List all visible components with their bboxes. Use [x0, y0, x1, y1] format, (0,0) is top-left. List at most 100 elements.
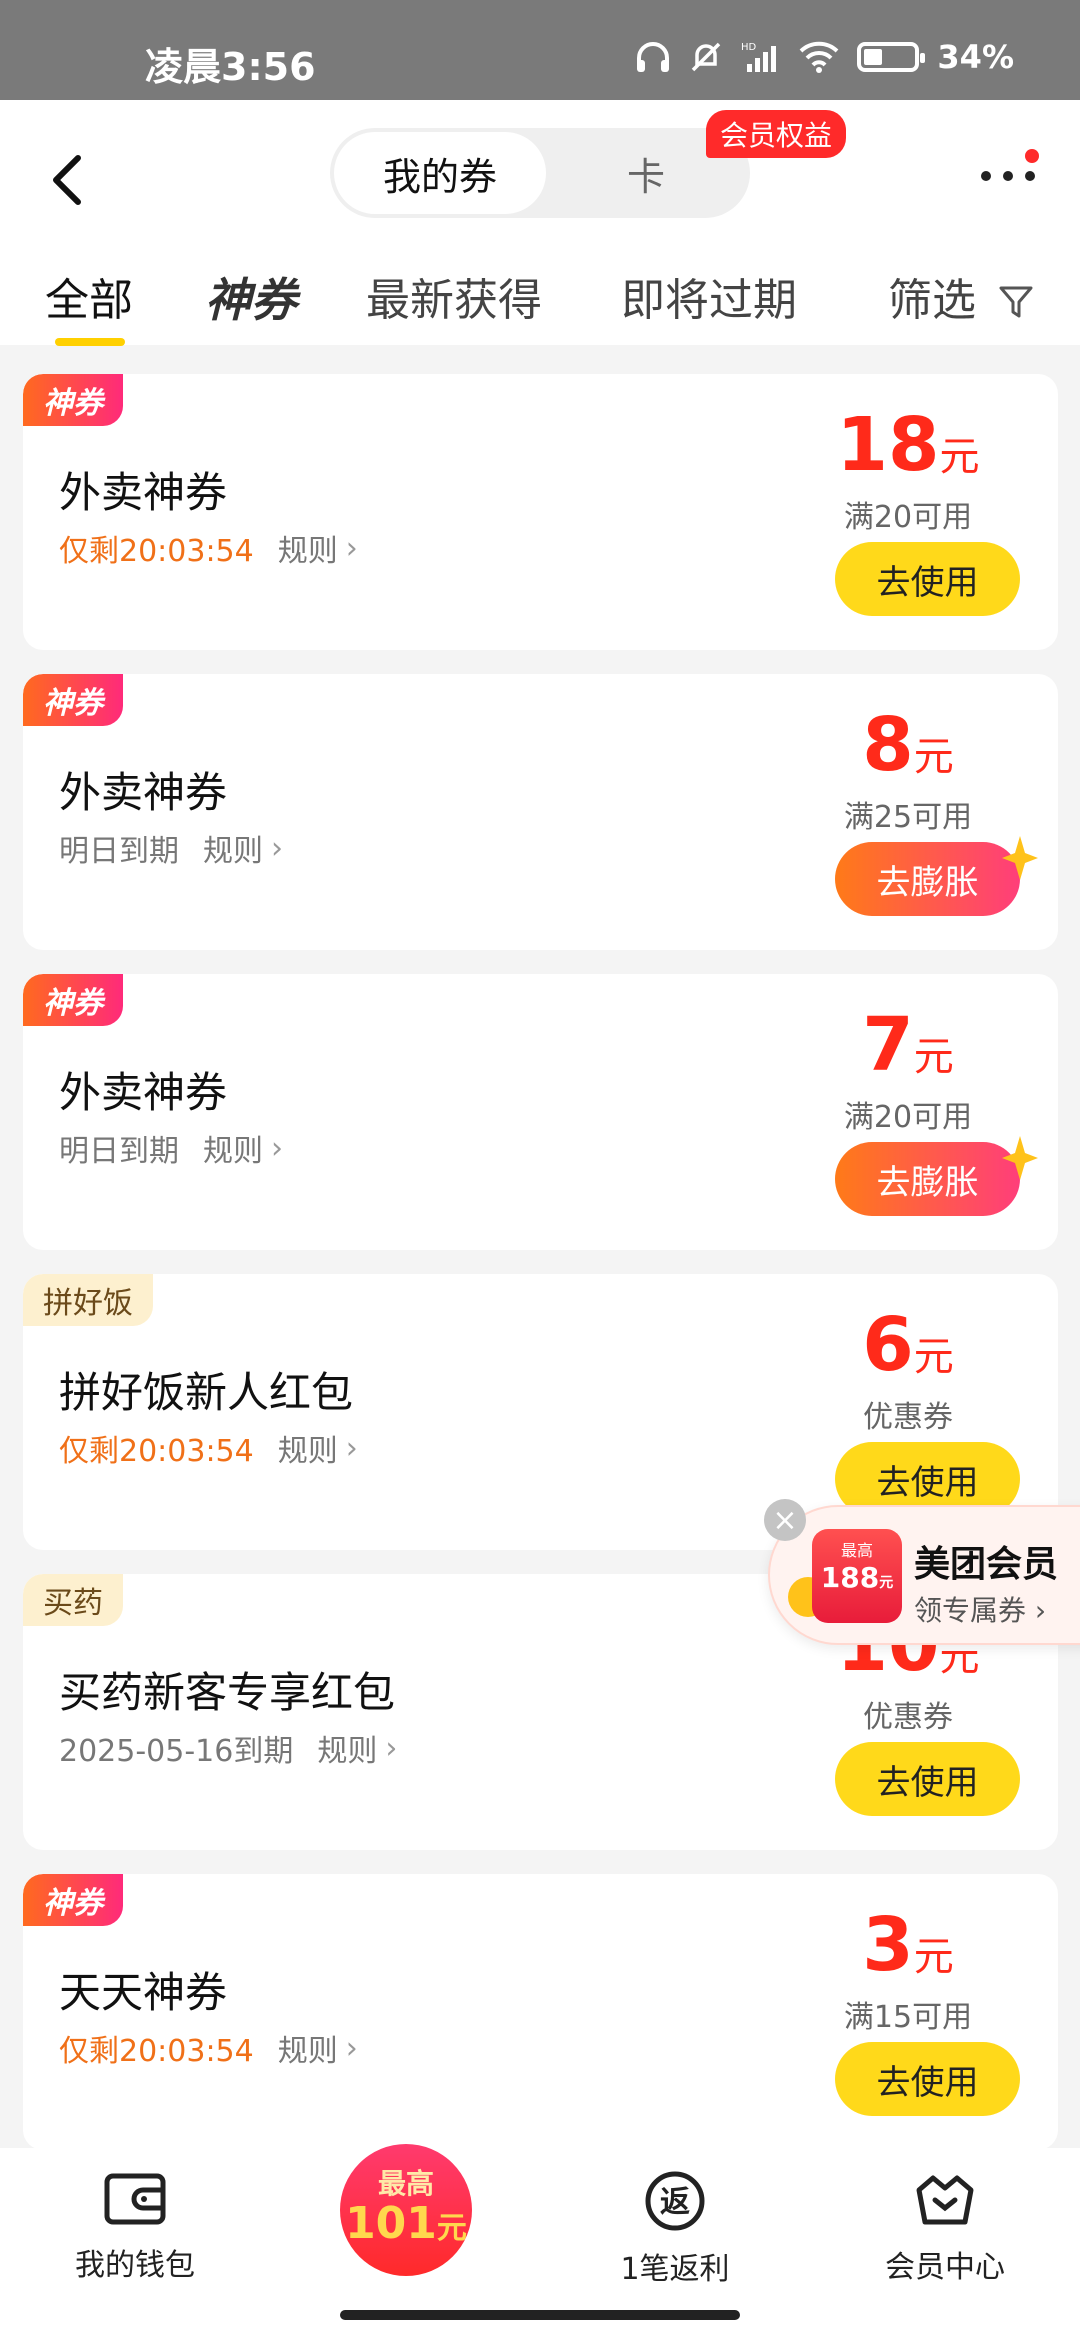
coupon-meta: 2025-05-16到期 规则 ›	[59, 1726, 397, 1770]
coupon-amount-unit: 元	[913, 734, 954, 780]
coupon-card[interactable]: 神券 外卖神券 仅剩20:03:54 规则 › 18元 满20可用 去使用	[23, 374, 1058, 650]
tab-filter-label: 筛选	[888, 275, 976, 326]
tab-filter[interactable]: 筛选	[888, 264, 1034, 328]
nav-member-center[interactable]: 会员中心	[845, 2170, 1045, 2286]
use-coupon-button[interactable]: 去使用	[835, 542, 1020, 616]
nav-center-value: 101元	[340, 2202, 472, 2251]
use-coupon-button[interactable]: 去使用	[835, 2042, 1020, 2116]
member-promo-subtitle: 领专属券 ›	[914, 1589, 1046, 1629]
filter-funnel-icon	[999, 286, 1033, 318]
svg-text:返: 返	[660, 2185, 690, 2220]
tab-expiring[interactable]: 即将过期	[621, 264, 797, 328]
nav-rebate[interactable]: 返 1笔返利	[575, 2170, 775, 2288]
coupon-rule-link[interactable]: 规则	[278, 1426, 338, 1470]
pack-value-unit: 元	[879, 1575, 894, 1591]
status-time: 凌晨3:56	[145, 45, 316, 89]
coupon-condition: 满15可用	[843, 2000, 973, 2035]
coupon-amount-value: 7	[862, 1002, 914, 1088]
tab-all[interactable]: 全部	[45, 264, 133, 346]
coupon-title: 外卖神券	[59, 468, 228, 517]
red-envelope-icon: 最高 188元	[812, 1529, 902, 1623]
pack-value: 188元	[812, 1561, 902, 1594]
pack-value-number: 188	[820, 1561, 880, 1594]
nav-member-label: 会员中心	[885, 2250, 1005, 2285]
nav-center-number: 101	[345, 2198, 437, 2249]
back-arrow-icon[interactable]	[44, 150, 94, 210]
nav-wallet-label: 我的钱包	[75, 2248, 195, 2283]
more-menu-button[interactable]	[975, 149, 1045, 195]
pack-top-label: 最高	[840, 1541, 873, 1560]
home-indicator[interactable]	[340, 2310, 740, 2320]
notification-dot	[1025, 149, 1039, 163]
headphones-icon	[637, 42, 670, 72]
boost-coupon-button[interactable]: 去膨胀	[835, 842, 1020, 916]
crown-basket-icon	[916, 2175, 974, 2225]
chevron-right-icon: ›	[271, 830, 283, 866]
status-bar: 凌晨3:56 HD 34%	[0, 0, 1080, 100]
coupon-amount: 7元	[808, 1002, 1008, 1088]
coupon-meta: 仅剩20:03:54 规则 ›	[59, 526, 358, 570]
coupon-amount-unit: 元	[913, 1034, 954, 1080]
vip-benefits-tag: 会员权益	[706, 110, 847, 158]
coupon-amount: 8元	[808, 702, 1008, 788]
wallet-icon	[104, 2173, 166, 2225]
coupon-title: 外卖神券	[59, 768, 228, 817]
coupon-card-segment: 我的券 卡	[330, 128, 750, 218]
coupon-expiry: 2025-05-16到期	[59, 1734, 294, 1769]
coupon-card[interactable]: 神券 天天神券 仅剩20:03:54 规则 › 3元 满15可用 去使用	[23, 1874, 1058, 2150]
coupon-card[interactable]: 神券 外卖神券 明日到期 规则 › 8元 满25可用 去膨胀	[23, 674, 1058, 950]
coupon-amount: 3元	[808, 1902, 1008, 1988]
coupon-amount-value: 6	[862, 1302, 914, 1388]
member-promo-title: 美团会员	[914, 1544, 1059, 1585]
bell-off-icon	[692, 42, 721, 72]
boost-coupon-button[interactable]: 去膨胀	[835, 1142, 1020, 1216]
coupon-badge: 买药	[23, 1574, 123, 1626]
coupon-condition: 满20可用	[843, 500, 973, 535]
coupon-rule-link[interactable]: 规则	[278, 2026, 338, 2070]
coupon-amount-value: 3	[862, 1902, 914, 1988]
chevron-right-icon: ›	[345, 530, 358, 566]
coupon-amount-value: 18	[836, 402, 940, 488]
status-icons: HD 34%	[635, 38, 1014, 76]
nav-max-reward-button[interactable]: 最高 101元	[340, 2144, 472, 2276]
coupon-title: 拼好饭新人红包	[59, 1368, 354, 1417]
signal-icon: HD	[741, 42, 777, 72]
wifi-icon	[800, 41, 839, 73]
coupon-rule-link[interactable]: 规则	[278, 526, 338, 570]
coupon-card[interactable]: 神券 外卖神券 明日到期 规则 › 7元 满20可用 去膨胀	[23, 974, 1058, 1250]
segment-my-coupons[interactable]: 我的券	[334, 132, 546, 214]
coupon-rule-link[interactable]: 规则	[203, 1126, 263, 1170]
member-promo-float[interactable]: × 最高 188元 美团会员 领专属券 ›	[764, 1499, 1080, 1645]
nav-center-unit: 元	[436, 2211, 467, 2246]
coupon-badge: 拼好饭	[23, 1274, 153, 1326]
chevron-right-icon: ›	[345, 1430, 358, 1466]
nav-wallet[interactable]: 我的钱包	[35, 2170, 235, 2284]
coupon-title: 天天神券	[59, 1968, 228, 2017]
coupon-expiry: 仅剩20:03:54	[59, 2034, 254, 2069]
chevron-right-icon: ›	[271, 1130, 283, 1166]
close-icon[interactable]: ×	[764, 1499, 806, 1541]
coupon-meta: 明日到期 规则 ›	[59, 1126, 283, 1170]
rebate-icon: 返	[645, 2171, 705, 2231]
battery-icon	[857, 42, 926, 72]
coupon-badge: 神券	[23, 674, 123, 726]
coupon-amount: 6元	[808, 1302, 1008, 1388]
tab-shen-coupon[interactable]: 神券	[205, 264, 297, 330]
coupon-condition: 满20可用	[843, 1100, 973, 1135]
tab-active-indicator	[55, 338, 125, 346]
filter-tabs: 全部 神券 最新获得 即将过期 筛选	[0, 250, 1080, 346]
coupon-amount-value: 8	[862, 702, 914, 788]
use-coupon-button[interactable]: 去使用	[835, 1742, 1020, 1816]
coupon-condition: 优惠券	[863, 1400, 953, 1435]
coupon-rule-link[interactable]: 规则	[203, 826, 263, 870]
coupon-meta: 明日到期 规则 ›	[59, 826, 283, 870]
svg-text:HD: HD	[741, 42, 757, 53]
coupon-condition: 优惠券	[863, 1700, 953, 1735]
coupon-title: 外卖神券	[59, 1068, 228, 1117]
tab-newest[interactable]: 最新获得	[366, 264, 542, 328]
coupon-rule-link[interactable]: 规则	[317, 1726, 377, 1770]
battery-percent: 34%	[937, 38, 1014, 76]
coupon-expiry: 明日到期	[59, 834, 179, 869]
header: 我的券 卡 会员权益 全部 神券 最新获得 即将过期 筛选	[0, 100, 1080, 346]
chevron-right-icon: ›	[1026, 1594, 1047, 1627]
